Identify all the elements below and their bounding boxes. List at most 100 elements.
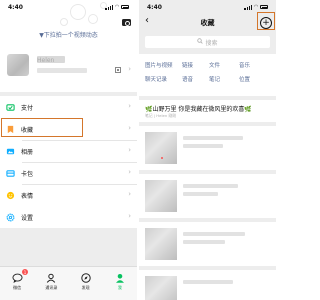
tab-discover[interactable]: 发现 xyxy=(69,267,103,300)
tab-label: 发现 xyxy=(81,285,90,290)
back-icon[interactable]: ‹ xyxy=(145,16,149,26)
profile-name: Helen xyxy=(37,57,55,64)
favorite-item[interactable] xyxy=(139,126,276,170)
search-icon xyxy=(197,38,204,46)
status-icons: ◠ xyxy=(244,4,268,10)
camera-icon[interactable] xyxy=(122,19,131,26)
note-title: 🌿山野万里 你是我藏在微风里的欢喜🌿 xyxy=(145,104,252,113)
moment-hint: ▼下拉拍一个视频动态 xyxy=(39,32,98,39)
item-thumbnail xyxy=(145,228,177,260)
menu-label: 卡包 xyxy=(21,170,34,178)
blurred-text xyxy=(183,144,223,148)
favorites-screen: 4:40 ◠ ‹ 收藏 + 搜索 图片与视频 链接 文件 音乐 聊天记录 语音 … xyxy=(139,0,276,300)
menu-group-pay: 支付 › xyxy=(0,96,137,118)
menu-label: 设置 xyxy=(21,214,34,222)
bubble-decoration xyxy=(88,14,98,24)
status-time: 4:40 xyxy=(147,3,162,11)
page-title: 收藏 xyxy=(200,19,215,27)
blurred-text xyxy=(183,240,225,244)
bottom-tab-bar: 1 微信 通讯录 发现 我 xyxy=(0,266,137,300)
category-filters: 图片与视频 链接 文件 音乐 聊天记录 语音 笔记 位置 xyxy=(139,54,276,96)
chevron-right-icon: › xyxy=(128,146,131,154)
blurred-text xyxy=(183,136,243,140)
album-icon xyxy=(6,147,15,156)
chevron-right-icon: › xyxy=(128,102,131,110)
filter-row: 图片与视频 链接 文件 音乐 xyxy=(145,61,276,69)
blurred-text xyxy=(183,184,238,188)
bubble-decoration xyxy=(60,18,68,26)
profile-card[interactable]: Helen › xyxy=(0,46,137,92)
filter-music[interactable]: 音乐 xyxy=(239,61,269,69)
wifi-icon: ◠ xyxy=(254,4,258,10)
nav-bar: ‹ 收藏 + xyxy=(139,14,276,32)
tab-me[interactable]: 我 xyxy=(103,267,137,300)
status-bar: 4:40 ◠ xyxy=(0,0,137,14)
menu-label: 表情 xyxy=(21,192,34,200)
chevron-right-icon: › xyxy=(128,65,131,73)
item-thumbnail xyxy=(145,180,177,212)
wifi-icon: ◠ xyxy=(115,4,119,10)
chevron-right-icon: › xyxy=(128,212,131,220)
settings-icon xyxy=(6,213,15,222)
blurred-text xyxy=(183,232,245,236)
menu-group-settings: 设置 › xyxy=(0,206,137,228)
qr-code-icon[interactable] xyxy=(115,67,121,73)
battery-icon xyxy=(121,5,129,9)
note-title-text: 山野万里 你是我藏在微风里的欢喜 xyxy=(152,106,245,113)
unread-badge: 1 xyxy=(22,269,28,275)
status-time: 4:40 xyxy=(8,3,23,11)
me-icon xyxy=(114,272,126,284)
chevron-right-icon: › xyxy=(128,168,131,176)
filter-location[interactable]: 位置 xyxy=(239,75,269,83)
filter-photos-videos[interactable]: 图片与视频 xyxy=(145,61,182,69)
pay-icon xyxy=(6,103,15,112)
note-meta: 笔记 | Helen 刚刚 xyxy=(145,113,177,118)
status-bar: 4:40 ◠ xyxy=(139,0,276,14)
tab-label: 通讯录 xyxy=(45,285,58,290)
tab-chats[interactable]: 1 微信 xyxy=(0,267,34,300)
wechat-id-blurred xyxy=(37,68,87,73)
video-marker xyxy=(161,157,163,159)
leaf-icon: 🌿 xyxy=(244,106,252,113)
battery-icon xyxy=(260,5,268,9)
add-button-highlight-box xyxy=(257,12,275,30)
contacts-icon xyxy=(45,272,57,284)
favorite-item[interactable] xyxy=(139,222,276,266)
signal-icon xyxy=(105,4,114,10)
me-screen: ▼下拉拍一个视频动态 4:40 ◠ Helen › 支付 › 收藏 › 相册 ›… xyxy=(0,0,137,300)
menu-item-pay[interactable]: 支付 › xyxy=(0,96,137,118)
cards-icon xyxy=(6,169,15,178)
menu-item-cards[interactable]: 卡包 › xyxy=(0,162,137,184)
avatar[interactable] xyxy=(7,54,29,76)
sticker-icon xyxy=(6,191,15,200)
filter-notes[interactable]: 笔记 xyxy=(209,75,239,83)
favorite-item-note[interactable]: 🌿山野万里 你是我藏在微风里的欢喜🌿 笔记 | Helen 刚刚 xyxy=(139,100,276,122)
item-thumbnail xyxy=(145,132,177,164)
filter-links[interactable]: 链接 xyxy=(182,61,209,69)
blurred-text xyxy=(183,192,218,196)
menu-item-settings[interactable]: 设置 › xyxy=(0,206,137,228)
blurred-text xyxy=(183,280,233,284)
menu-item-album[interactable]: 相册 › xyxy=(0,140,137,162)
favorites-highlight-box xyxy=(1,118,83,137)
filter-chat-history[interactable]: 聊天记录 xyxy=(145,75,182,83)
search-input[interactable]: 搜索 xyxy=(145,36,270,48)
menu-label: 相册 xyxy=(21,148,34,156)
tab-label: 我 xyxy=(117,285,122,290)
chat-icon xyxy=(11,272,23,284)
favorite-item[interactable] xyxy=(139,270,276,300)
status-icons: ◠ xyxy=(105,4,129,10)
item-thumbnail xyxy=(145,276,177,300)
discover-icon xyxy=(80,272,92,284)
tab-contacts[interactable]: 通讯录 xyxy=(34,267,68,300)
filter-voice[interactable]: 语音 xyxy=(182,75,209,83)
signal-icon xyxy=(244,4,253,10)
filter-row: 聊天记录 语音 笔记 位置 xyxy=(145,75,276,83)
filter-files[interactable]: 文件 xyxy=(209,61,239,69)
favorite-item[interactable] xyxy=(139,174,276,218)
menu-item-stickers[interactable]: 表情 › xyxy=(0,184,137,206)
chevron-right-icon: › xyxy=(128,124,131,132)
tab-label: 微信 xyxy=(13,285,22,290)
search-placeholder: 搜索 xyxy=(205,39,218,47)
chevron-right-icon: › xyxy=(128,190,131,198)
